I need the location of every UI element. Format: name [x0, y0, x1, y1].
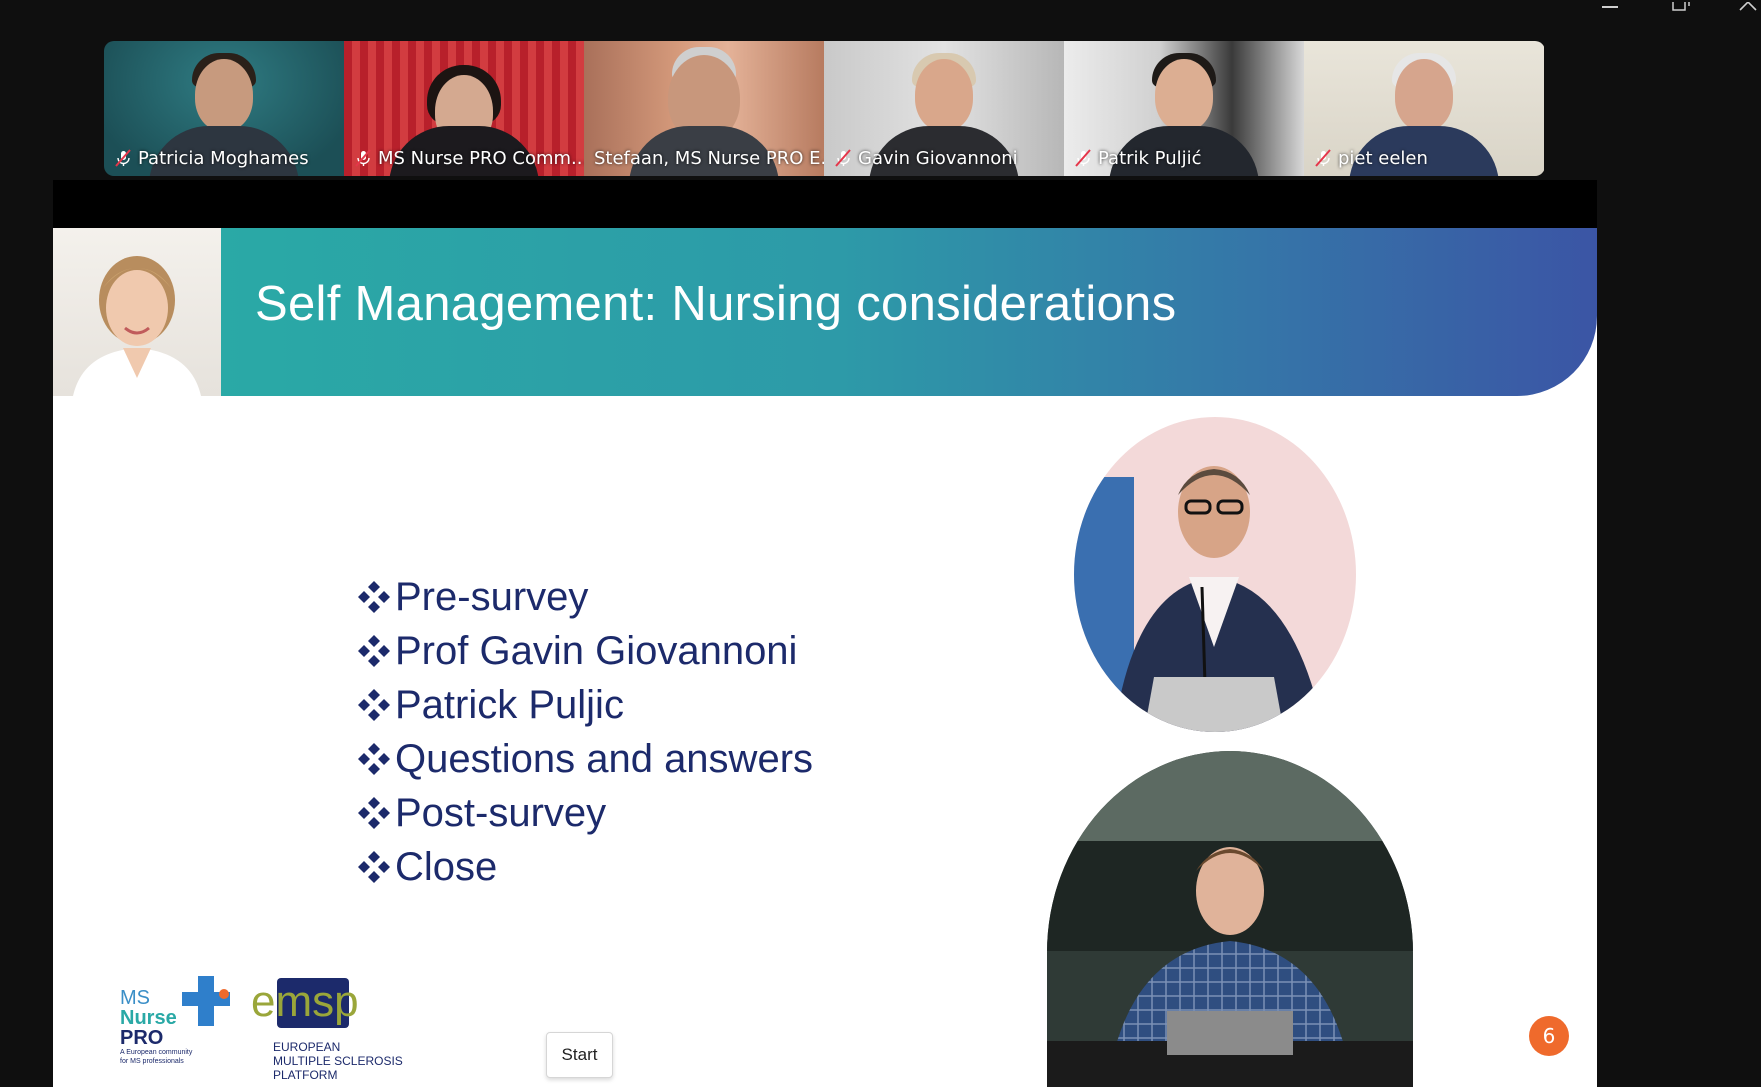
diamond-bullet-icon	[358, 581, 390, 613]
mic-muted-icon	[835, 149, 851, 167]
participant-name: Patrik Puljić	[1070, 146, 1206, 170]
participant-name: piet eelen	[1310, 146, 1432, 170]
list-item: Patrick Puljic	[356, 678, 813, 732]
mic-muted-icon	[1315, 149, 1331, 167]
mic-muted-icon	[355, 149, 371, 167]
page-number-badge: 6	[1529, 1016, 1569, 1056]
avatar	[195, 59, 253, 131]
diamond-bullet-icon	[358, 851, 390, 883]
list-item: Prof Gavin Giovannoni	[356, 624, 813, 678]
restore-icon[interactable]	[1672, 0, 1690, 14]
list-item: Questions and answers	[356, 732, 813, 786]
speaker-photo-puljic	[1047, 751, 1413, 1087]
svg-text:PRO: PRO	[120, 1027, 163, 1049]
start-button[interactable]: Start	[546, 1032, 613, 1078]
svg-text:A European community: A European community	[120, 1049, 193, 1056]
minimize-icon[interactable]	[1602, 0, 1618, 14]
participant-tile[interactable]: Patrik Puljić	[1064, 41, 1304, 176]
diamond-bullet-icon	[358, 797, 390, 829]
participant-strip: Patricia Moghames MS Nurse PRO Comm... S…	[104, 41, 1545, 176]
mic-muted-icon	[115, 149, 131, 167]
avatar	[1395, 59, 1453, 131]
nurse-photo	[53, 228, 221, 396]
participant-tile[interactable]: piet eelen	[1304, 41, 1544, 176]
participant-name: Gavin Giovannoni	[830, 146, 1022, 170]
svg-text:for MS professionals: for MS professionals	[120, 1058, 184, 1065]
list-item: Close	[356, 840, 813, 894]
svg-text:Nurse: Nurse	[120, 1007, 177, 1029]
participant-tile[interactable]: Gavin Giovannoni	[824, 41, 1064, 176]
share-top-band	[53, 180, 1597, 228]
participant-tile[interactable]: MS Nurse PRO Comm...	[344, 41, 584, 176]
participant-name: Stefaan, MS Nurse PRO E...	[594, 147, 824, 169]
speaker-photo-giovannoni	[1074, 417, 1356, 732]
diamond-bullet-icon	[358, 743, 390, 775]
participant-name: MS Nurse PRO Comm...	[350, 146, 584, 170]
list-item: Pre-survey	[356, 570, 813, 624]
participant-name: Patricia Moghames	[110, 146, 313, 170]
mic-muted-icon	[1075, 149, 1091, 167]
ms-nurse-pro-logo: MS Nurse PRO A European community for MS…	[120, 970, 240, 1070]
diamond-bullet-icon	[358, 689, 390, 721]
agenda-list: Pre-survey Prof Gavin Giovannoni Patrick…	[356, 570, 813, 894]
avatar	[915, 59, 973, 131]
list-item: Post-survey	[356, 786, 813, 840]
svg-text:emsp: emsp	[251, 977, 359, 1026]
shared-slide: Self Management: Nursing considerations …	[53, 228, 1597, 1087]
emsp-logo: emsp EUROPEAN MULTIPLE SCLEROSIS PLATFOR…	[251, 976, 411, 1086]
svg-text:MS: MS	[120, 987, 150, 1009]
close-icon[interactable]	[1738, 0, 1758, 14]
avatar	[1155, 59, 1213, 131]
slide-title: Self Management: Nursing considerations	[255, 277, 1177, 331]
svg-text:PLATFORM: PLATFORM	[273, 1068, 337, 1082]
participant-tile-active[interactable]: Stefaan, MS Nurse PRO E...	[584, 41, 824, 176]
svg-text:EUROPEAN: EUROPEAN	[273, 1040, 340, 1054]
svg-text:MULTIPLE SCLEROSIS: MULTIPLE SCLEROSIS	[273, 1054, 403, 1068]
diamond-bullet-icon	[358, 635, 390, 667]
participant-tile[interactable]: Patricia Moghames	[104, 41, 344, 176]
